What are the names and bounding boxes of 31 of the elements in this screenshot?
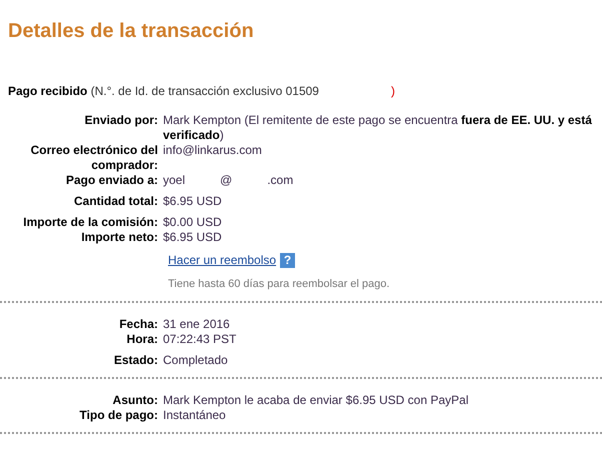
field-value: $0.00 USD <box>163 215 223 230</box>
refund-link[interactable]: Hacer un reembolso <box>168 253 276 268</box>
field-label: Importe de la comisión: <box>22 215 159 230</box>
field-value: Completado <box>163 353 229 368</box>
field-label: Tipo de pago: <box>78 408 159 423</box>
field-value: @ <box>220 173 232 187</box>
field-label: Hora: <box>126 332 159 347</box>
field-label: Fecha: <box>118 317 159 332</box>
field-label: Pago enviado a: <box>64 173 159 188</box>
field-value: Mark Kempton (El remitente de este pago se encuentra fuera de EE. UU. y está verificado) <box>163 113 593 143</box>
field-value: 31 ene 2016 <box>163 317 231 332</box>
field-value: yoel <box>163 173 186 187</box>
help-icon[interactable]: ? <box>280 253 296 268</box>
field-value: 07:22:43 PST <box>163 332 238 347</box>
field-label: Asunto: <box>112 393 159 408</box>
closing-parenthesis: ) <box>390 84 395 98</box>
field-label: Cantidad total: <box>73 194 159 209</box>
field-label: Importe neto: <box>80 230 159 245</box>
field-value: info@linkarus.com <box>163 143 263 159</box>
field-value: $6.95 USD <box>163 230 223 245</box>
header-label: Pago recibido <box>8 84 88 98</box>
field-label: Enviado por: <box>84 113 159 129</box>
transaction-id-note: (N.°. de Id. de transacción exclusivo 01509 <box>90 84 319 98</box>
field-value: Instantáneo <box>163 408 227 423</box>
refund-note: Tiene hasta 60 días para reembolsar el pago. <box>168 277 391 292</box>
field-label: Estado: <box>112 353 159 368</box>
field-value: Mark Kempton le acaba de enviar $6.95 USD con PayPal <box>163 393 470 408</box>
field-value: $6.95 USD <box>163 194 223 209</box>
field-label: Correo electrónico del comprador: <box>30 143 159 173</box>
page-title: Detalles de la transacción <box>8 19 255 43</box>
field-value: .com <box>267 173 294 187</box>
